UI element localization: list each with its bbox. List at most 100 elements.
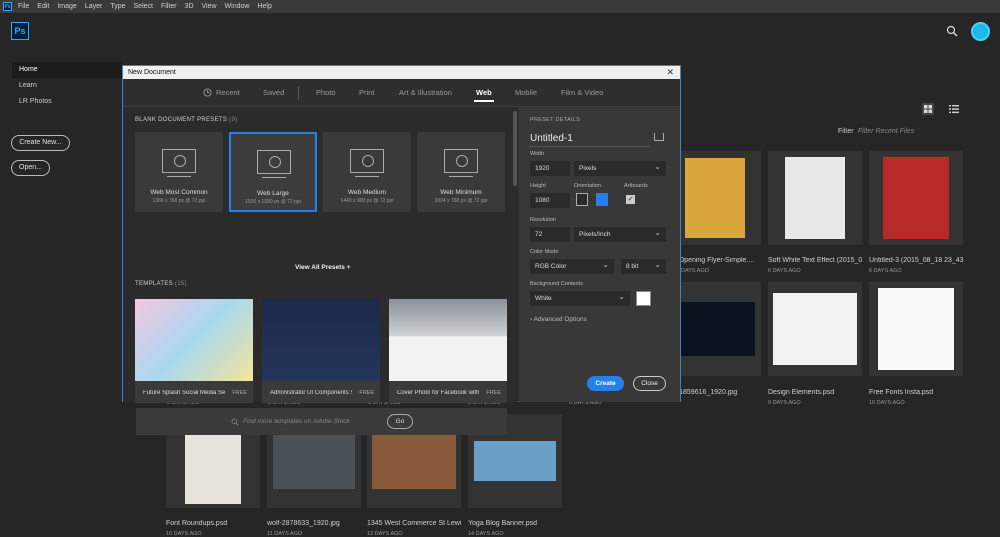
template-card[interactable]: Future Splash Social Media Set FREE: [135, 299, 253, 403]
tab-photo[interactable]: Photo: [316, 88, 336, 97]
bit-depth-select[interactable]: 8 bit: [621, 257, 666, 274]
filter-input[interactable]: Filter Recent Files: [858, 128, 978, 135]
list-view-icon[interactable]: [948, 103, 960, 115]
search-icon[interactable]: [946, 25, 958, 37]
resolution-unit-select[interactable]: Pixels/Inch: [574, 225, 666, 242]
menu-view[interactable]: View: [202, 3, 217, 10]
recent-file-name[interactable]: Free Fonts Insta.psd: [869, 389, 964, 396]
background-color-swatch[interactable]: [636, 291, 651, 306]
recent-file-tile[interactable]: [669, 282, 761, 376]
avatar[interactable]: [971, 22, 990, 41]
close-icon[interactable]: ✕: [666, 66, 674, 79]
sidebar-item-learn[interactable]: Learn: [12, 78, 122, 94]
menu-image[interactable]: Image: [57, 3, 76, 10]
orientation-label: Orientation: [574, 183, 601, 189]
portrait-orientation-icon[interactable]: [576, 193, 588, 206]
tab-mobile[interactable]: Mobile: [515, 88, 537, 97]
ps-logo[interactable]: Ps: [11, 22, 29, 40]
resolution-input[interactable]: 72: [530, 227, 570, 242]
template-name: Administrator UI Components Set: [270, 390, 352, 396]
background-contents-select[interactable]: White: [530, 289, 630, 306]
menu-edit[interactable]: Edit: [37, 3, 49, 10]
recent-file-name[interactable]: Yoga Blog Banner.psd: [468, 520, 563, 527]
menu-filter[interactable]: Filter: [161, 3, 177, 10]
ps-app-icon: Ps: [3, 2, 12, 11]
height-input[interactable]: 1080: [530, 193, 570, 208]
recent-file-name[interactable]: Font Roundups.psd: [166, 520, 261, 527]
recent-file-age: 6 DAYS AGO: [869, 268, 902, 274]
recent-file-age: 9 DAYS AGO: [768, 400, 801, 406]
artboards-checkbox[interactable]: ✓: [626, 195, 635, 204]
tab-film-video[interactable]: Film & Video: [561, 88, 603, 97]
tab-print[interactable]: Print: [359, 88, 374, 97]
artboards-label: Artboards: [624, 183, 648, 189]
preset-dimensions: 1920 x 1080 px @ 72 ppi: [245, 199, 301, 205]
close-button[interactable]: Close: [633, 376, 666, 391]
tab-art-illustration[interactable]: Art & Illustration: [399, 88, 452, 97]
color-mode-select[interactable]: RGB Color: [530, 257, 614, 274]
go-button[interactable]: Go: [387, 414, 413, 429]
thumbnail: [685, 158, 745, 238]
templates-heading: TEMPLATES (15): [135, 281, 187, 287]
sidebar-item-lr-photos[interactable]: LR Photos: [12, 94, 122, 110]
tab-divider: [298, 86, 299, 100]
preset-name: Web Medium: [347, 189, 387, 196]
recent-file-tile[interactable]: [768, 151, 862, 245]
menu-window[interactable]: Window: [225, 3, 250, 10]
grid-view-icon[interactable]: [922, 103, 934, 115]
menu-3d[interactable]: 3D: [185, 3, 194, 10]
preset-card[interactable]: Web Medium 1440 x 900 px @ 72 ppi: [323, 132, 411, 212]
landscape-orientation-icon[interactable]: [596, 193, 608, 206]
menu-type[interactable]: Type: [110, 3, 125, 10]
stock-search-input[interactable]: Find more templates on Adobe Stock: [243, 418, 350, 425]
template-free-badge: FREE: [486, 390, 501, 396]
width-unit-select[interactable]: Pixels: [574, 159, 666, 176]
preset-card[interactable]: Web Minimum 1024 x 768 px @ 72 ppi: [417, 132, 505, 212]
thumbnail: [785, 157, 845, 239]
recent-file-tile[interactable]: [869, 282, 963, 376]
tab-saved[interactable]: Saved: [263, 88, 284, 97]
create-new-button[interactable]: Create New...: [11, 135, 70, 151]
tab-recent[interactable]: Recent: [216, 88, 240, 97]
recent-file-name[interactable]: Untitled-3 (2015_08_18 23_43...: [869, 257, 964, 264]
recent-file-name[interactable]: Soft White Text Effect (2015_0...: [768, 257, 863, 264]
thumbnail: [878, 288, 954, 370]
recent-file-name[interactable]: Design Elements.psd: [768, 389, 863, 396]
advanced-options-toggle[interactable]: › Advanced Options: [530, 316, 587, 323]
open-button[interactable]: Open...: [11, 160, 50, 176]
menu-help[interactable]: Help: [257, 3, 271, 10]
recent-file-tile[interactable]: [669, 151, 761, 245]
menu-file[interactable]: File: [18, 3, 29, 10]
template-thumbnail: [135, 299, 253, 381]
preset-card[interactable]: Web Most Common 1366 x 768 px @ 72 ppi: [135, 132, 223, 212]
view-all-presets-link[interactable]: View All Presets +: [295, 264, 350, 271]
tab-web[interactable]: Web: [474, 88, 494, 102]
web-preset-icon: [257, 150, 291, 178]
save-preset-icon[interactable]: [654, 133, 664, 141]
recent-file-name[interactable]: en-1859616_1920.jpg: [669, 389, 764, 396]
menu-layer[interactable]: Layer: [85, 3, 103, 10]
recent-file-age: 6 DAYS AGO: [768, 268, 801, 274]
width-input[interactable]: 1920: [530, 161, 570, 176]
preset-card-selected[interactable]: Web Large 1920 x 1080 px @ 72 ppi: [229, 132, 317, 212]
thumbnail: [273, 433, 355, 489]
background-contents-label: Background Contents: [530, 281, 583, 287]
preset-name: Web Large: [257, 190, 289, 197]
sidebar-item-home[interactable]: Home: [12, 62, 122, 78]
document-name-field[interactable]: Untitled-1: [530, 133, 650, 147]
menu-select[interactable]: Select: [134, 3, 153, 10]
recent-file-name[interactable]: 1345 West Commerce St Lewi...: [367, 520, 462, 527]
color-mode-label: Color Mode: [530, 249, 559, 255]
recent-file-tile[interactable]: [768, 282, 862, 376]
recent-file-name[interactable]: nd Opening Flyer-Simple....: [669, 257, 764, 264]
recent-file-tile[interactable]: [869, 151, 963, 245]
create-button[interactable]: Create: [587, 376, 624, 391]
template-card[interactable]: Administrator UI Components Set FREE: [262, 299, 380, 403]
recent-file-age: 11 DAYS AGO: [267, 531, 303, 537]
template-card[interactable]: Cover Photo for Facebook with L... FREE: [389, 299, 507, 403]
recent-file-name[interactable]: wolf-2878633_1920.jpg: [267, 520, 362, 527]
clock-icon: [203, 88, 212, 97]
scrollbar[interactable]: [513, 111, 517, 186]
category-tabs: Recent Saved Photo Print Art & Illustrat…: [123, 79, 680, 107]
filter-label: Filter: [838, 128, 854, 135]
